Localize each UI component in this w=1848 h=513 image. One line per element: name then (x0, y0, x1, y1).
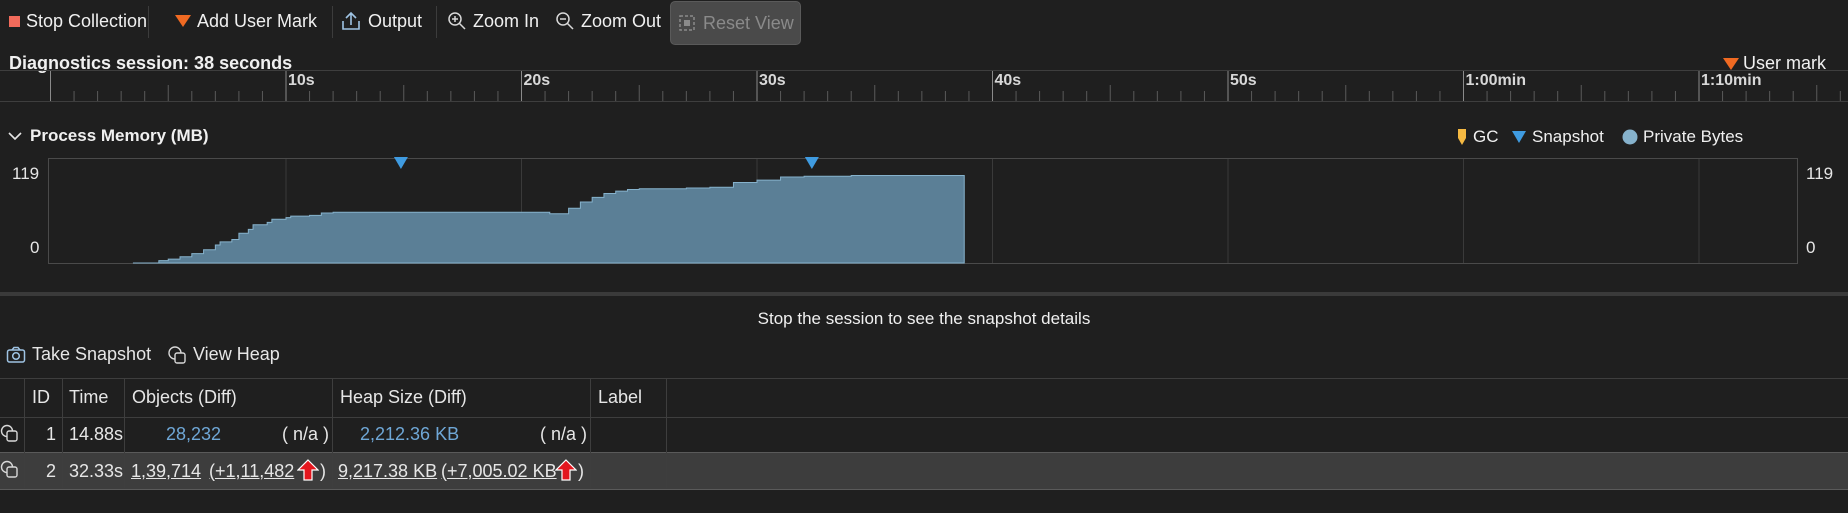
view-heap-icon[interactable] (0, 424, 20, 444)
zoom-out-icon (556, 12, 574, 30)
legend-snapshot: Snapshot (1511, 127, 1604, 147)
cell-id: 2 (46, 460, 57, 481)
cell-heap-diff: ( n/a ) (540, 423, 588, 444)
stop-icon (9, 15, 20, 27)
table-row-selected[interactable]: 2 32.33s 1,39,714 (+1,11,482 ) 9,217.38 … (0, 452, 1848, 490)
reset-view-button[interactable]: Reset View (670, 1, 801, 45)
ruler-tick-label: 40s (994, 72, 1022, 89)
increase-arrow-icon (555, 459, 577, 481)
private-bytes-marker-icon (1622, 129, 1638, 145)
ruler-ticks (50, 71, 1841, 101)
cell-heap-size[interactable]: 2,212.36 KB (360, 416, 459, 452)
reset-view-icon (679, 15, 695, 31)
column-separator[interactable] (24, 378, 25, 488)
header-id[interactable]: ID (32, 379, 50, 415)
y-axis-max-left: 119 (12, 164, 40, 183)
view-heap-button[interactable]: View Heap (167, 344, 280, 365)
view-heap-icon (168, 345, 186, 364)
stop-collection-button[interactable]: Stop Collection (9, 2, 147, 40)
user-mark-icon (175, 15, 191, 27)
add-user-mark-button[interactable]: Add User Mark (175, 2, 317, 40)
camera-icon (6, 346, 26, 363)
y-axis-min-left: 0 (30, 238, 40, 257)
panel-divider[interactable] (0, 292, 1848, 296)
process-memory-header[interactable]: Process Memory (MB) (8, 126, 209, 146)
zoom-out-button[interactable]: Zoom Out (555, 2, 661, 40)
cell-objects-diff: ( n/a ) (282, 423, 330, 444)
cell-heap-diff[interactable]: (+7,005.02 KB (441, 453, 557, 489)
column-separator[interactable] (124, 378, 125, 488)
gc-marker-icon (1458, 129, 1466, 145)
toolbar-separator (148, 6, 149, 38)
snapshot-marker[interactable] (393, 157, 408, 169)
snapshot-marker[interactable] (804, 157, 819, 169)
toolbar-separator (436, 6, 437, 38)
cell-time: 14.88s (69, 423, 124, 444)
table-row[interactable]: 1 14.88s 28,232 ( n/a ) 2,212.36 KB ( n/… (0, 416, 1848, 452)
header-heap-size[interactable]: Heap Size (Diff) (340, 379, 467, 415)
legend-gc: GC (1456, 127, 1499, 147)
table-header: ID Time Objects (Diff) Heap Size (Diff) … (0, 378, 1848, 418)
zoom-in-icon (448, 12, 466, 30)
snapshot-markers (393, 157, 819, 169)
cell-heap-close: ) (578, 460, 584, 481)
header-objects[interactable]: Objects (Diff) (132, 379, 237, 415)
cell-time: 32.33s (69, 460, 124, 481)
output-icon (342, 11, 360, 30)
output-button[interactable]: Output (340, 2, 422, 40)
ruler-tick-label: 50s (1230, 72, 1257, 89)
snapshot-message: Stop the session to see the snapshot det… (757, 309, 1091, 328)
increase-arrow-icon (297, 459, 319, 481)
column-separator[interactable] (332, 378, 333, 488)
toolbar-separator (332, 6, 333, 38)
process-memory-chart[interactable] (48, 158, 1798, 264)
ruler-tick-label: 30s (759, 72, 786, 89)
ruler-tick-label: 20s (523, 72, 551, 89)
cell-heap-size[interactable]: 9,217.38 KB (338, 453, 437, 489)
chevron-down-icon[interactable] (8, 131, 22, 141)
header-time[interactable]: Time (69, 379, 108, 415)
cell-objects-close: ) (320, 460, 326, 481)
column-separator[interactable] (666, 378, 667, 488)
view-heap-icon[interactable] (0, 460, 20, 480)
user-mark-icon (1722, 57, 1739, 70)
cell-objects-diff[interactable]: (+1,11,482 (209, 453, 294, 489)
cell-objects[interactable]: 28,232 (166, 416, 221, 452)
toolbar: Stop Collection Add User Mark Output Zoo… (0, 0, 1848, 46)
zoom-in-button[interactable]: Zoom In (447, 2, 539, 40)
time-ruler[interactable] (0, 70, 1848, 102)
y-axis-min-right: 0 (1806, 238, 1816, 257)
y-axis-max-right: 119 (1806, 164, 1834, 183)
ruler-tick-label: 1:00min (1465, 72, 1526, 89)
cell-id: 1 (46, 423, 57, 444)
cell-objects[interactable]: 1,39,714 (131, 453, 201, 489)
column-separator[interactable] (590, 378, 591, 488)
column-separator[interactable] (62, 378, 63, 488)
snapshot-marker-icon (1512, 131, 1526, 143)
ruler-tick-label: 10s (288, 72, 315, 89)
take-snapshot-button[interactable]: Take Snapshot (6, 344, 151, 365)
ruler-tick-label: 1:10min (1701, 72, 1762, 89)
header-label[interactable]: Label (598, 379, 642, 415)
legend-private-bytes: Private Bytes (1622, 127, 1743, 147)
